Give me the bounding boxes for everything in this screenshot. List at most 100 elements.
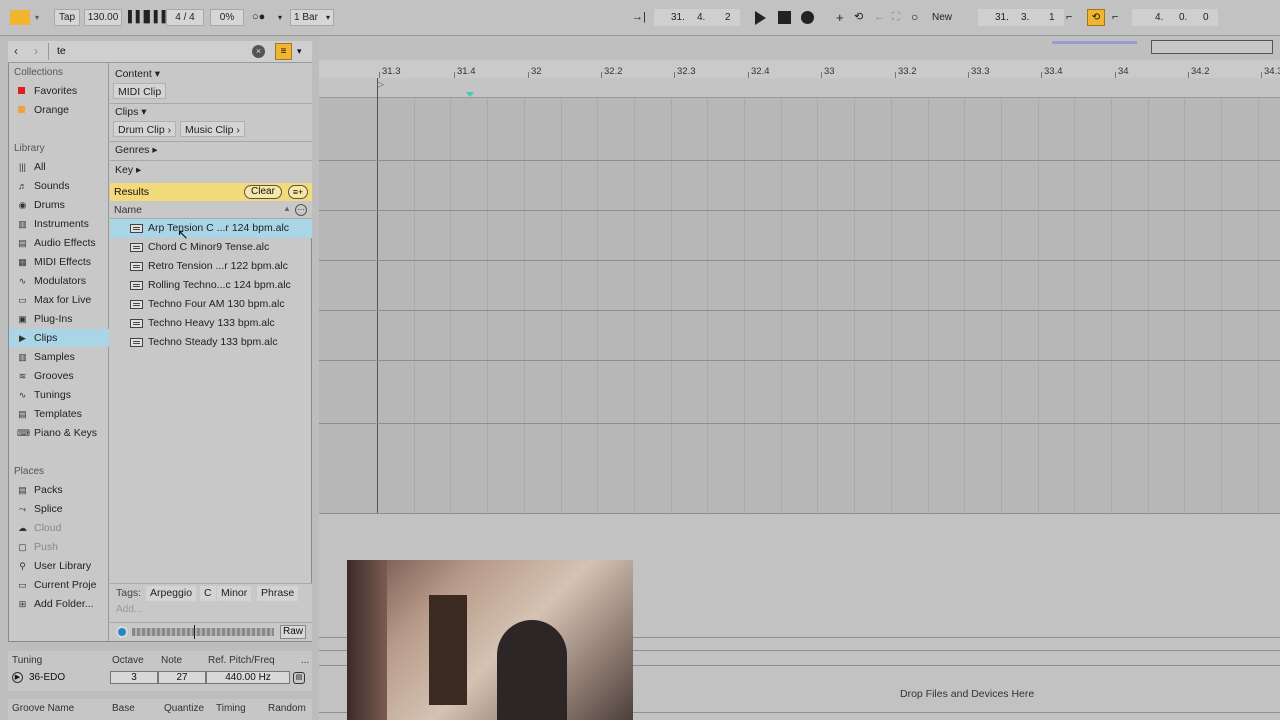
loop-switch-icon[interactable]: ⟲ [1087, 9, 1105, 26]
octave-field[interactable]: 3 [110, 671, 158, 684]
menu-chevron-icon[interactable]: ▾ [35, 13, 39, 22]
live-logo-icon[interactable] [10, 10, 30, 25]
chip-music-clip[interactable]: Music Clip › [180, 121, 245, 137]
quantize-menu[interactable]: 1 Bar ▾ [290, 9, 334, 26]
sidebar-place-user-library[interactable]: ⚲ User Library [9, 557, 109, 575]
play-icon[interactable] [755, 11, 766, 25]
session-record-icon[interactable]: ○ [911, 9, 918, 26]
result-row[interactable]: Techno Heavy 133 bpm.alc [110, 314, 312, 333]
punch-in-icon[interactable]: ⌐ [1066, 9, 1072, 26]
tuning-name[interactable]: 36-EDO [29, 672, 65, 683]
result-row[interactable]: Arp Tension C ...r 124 bpm.alc [110, 219, 312, 238]
freq-field[interactable]: 440.00 Hz [206, 671, 290, 684]
result-row[interactable]: Techno Steady 133 bpm.alc [110, 333, 312, 352]
sidebar-item-instruments[interactable]: ▥ Instruments [9, 215, 109, 233]
add-filter-icon[interactable]: ≡+ [288, 185, 308, 199]
sidebar-item-plug-ins[interactable]: ▣ Plug-Ins [9, 310, 109, 328]
sidebar-place-splice[interactable]: ⤳ Splice [9, 500, 109, 518]
sidebar-place-push[interactable]: ▢ Push [9, 538, 109, 556]
chip-midi-clip[interactable]: MIDI Clip [113, 83, 167, 99]
filter-menu-chevron-icon[interactable]: ▾ [297, 46, 302, 57]
sidebar-item-audio-effects[interactable]: ▤ Audio Effects [9, 234, 109, 252]
record-icon[interactable] [801, 11, 814, 24]
sidebar-item-templates[interactable]: ▤ Templates [9, 405, 109, 423]
sidebar-item-max-for-live[interactable]: ▭ Max for Live [9, 291, 109, 309]
overdub-icon[interactable]: + [836, 9, 844, 26]
tap-tempo-button[interactable]: Tap [54, 9, 80, 26]
tag-phrase[interactable]: Phrase [257, 586, 299, 601]
punch-out-icon[interactable]: ⌐ [1112, 9, 1118, 26]
result-row[interactable]: Retro Tension ...r 122 bpm.alc [110, 257, 312, 276]
tag-c[interactable]: C [200, 586, 216, 601]
clock-shape [429, 595, 467, 705]
preview-waveform[interactable] [132, 628, 274, 636]
collection-orange[interactable]: Orange [9, 101, 109, 119]
swing-field[interactable]: 0% [210, 9, 244, 26]
key-filter-label[interactable]: Key ▸ [115, 164, 141, 176]
result-row[interactable]: Rolling Techno...c 124 bpm.alc [110, 276, 312, 295]
tag-minor[interactable]: Minor [217, 586, 252, 601]
sidebar-item-tunings[interactable]: ∿ Tunings [9, 386, 109, 404]
plugin-icon: ▣ [18, 314, 27, 324]
sidebar-place-cloud[interactable]: ☁ Cloud [9, 519, 109, 537]
song-position-field[interactable]: 31. 4. 2 [654, 9, 740, 26]
result-row[interactable]: Techno Four AM 130 bpm.alc [110, 295, 312, 314]
metronome-icon[interactable]: ○● [252, 9, 265, 26]
result-row[interactable]: Chord C Minor9 Tense.alc [110, 238, 312, 257]
back-to-arrangement-icon[interactable]: ← [874, 9, 885, 26]
sidebar-place-packs[interactable]: ▤ Packs [9, 481, 109, 499]
midi-clip-file-icon [130, 262, 143, 271]
clips-filter-label[interactable]: Clips ▾ [115, 106, 147, 118]
tag-arpeggio[interactable]: Arpeggio [146, 586, 197, 601]
preview-toggle-icon[interactable] [116, 626, 128, 638]
sidebar-item-drums[interactable]: ◉ Drums [9, 196, 109, 214]
genres-filter-label[interactable]: Genres ▸ [115, 144, 158, 156]
loop-start-field[interactable]: 31. 3. 1 [978, 9, 1064, 26]
sidebar-item-midi-effects[interactable]: ▦ MIDI Effects [9, 253, 109, 271]
loop-length-field[interactable]: 4. 0. 0 [1132, 9, 1218, 26]
automation-arm-icon[interactable]: ⟲ [854, 9, 863, 26]
sidebar-item-all[interactable]: ||| All [9, 158, 109, 176]
sidebar-place-current-proje[interactable]: ▭ Current Proje [9, 576, 109, 594]
loop-brace-bar[interactable]: ▷ [319, 78, 1280, 98]
note-field[interactable]: 27 [158, 671, 206, 684]
new-button[interactable]: New [932, 9, 952, 26]
clear-search-icon[interactable]: × [252, 45, 265, 58]
sidebar-place-add-folder-[interactable]: ⊞ Add Folder... [9, 595, 109, 613]
search-input[interactable]: te [48, 43, 268, 60]
name-column-header[interactable]: Name [114, 204, 142, 216]
time-signature-field[interactable]: 4 / 4 [166, 9, 204, 26]
more-options-icon[interactable]: ··· [295, 204, 307, 216]
tuning-play-icon[interactable]: ▶ [12, 672, 23, 683]
start-marker-icon[interactable]: ▷ [377, 79, 384, 90]
tuning-more-icon[interactable]: ... [301, 655, 309, 666]
overview-zoom-box[interactable] [1151, 40, 1273, 54]
loop-length-bar: 4. [1155, 12, 1164, 23]
content-label-text: Content [115, 68, 152, 80]
overview-strip[interactable] [319, 36, 1280, 60]
content-filter-label[interactable]: Content ▾ [115, 68, 160, 80]
stop-icon[interactable] [778, 11, 791, 24]
chip-drum-clip[interactable]: Drum Clip › [113, 121, 177, 137]
capture-icon[interactable]: ⛶ [892, 9, 900, 26]
clear-results-button[interactable]: Clear [244, 185, 282, 199]
add-tag-placeholder[interactable]: Add... [116, 604, 142, 615]
metronome-chevron-icon[interactable]: ▾ [278, 9, 282, 26]
follow-icon[interactable]: →| [632, 9, 646, 26]
beat-time-ruler[interactable]: 31.3 31.4 32 32.2 32.3 32.4 33 33.2 33.3 33.4 34 34… [319, 60, 1280, 78]
sort-ascending-icon[interactable]: ▲ [283, 204, 291, 213]
sidebar-item-samples[interactable]: ▥ Samples [9, 348, 109, 366]
collection-favorites[interactable]: Favorites [9, 82, 109, 100]
forward-arrow-icon[interactable]: › [34, 44, 38, 58]
back-arrow-icon[interactable]: ‹ [14, 44, 18, 58]
sidebar-item-clips[interactable]: ▶ Clips [9, 329, 109, 347]
sidebar-item-piano-keys[interactable]: ⌨ Piano & Keys [9, 424, 109, 442]
sidebar-item-grooves[interactable]: ≋ Grooves [9, 367, 109, 385]
raw-button[interactable]: Raw [280, 625, 306, 639]
sidebar-item-modulators[interactable]: ∿ Modulators [9, 272, 109, 290]
drop-files-hint: Drop Files and Devices Here [900, 688, 1035, 700]
save-tuning-icon[interactable]: ▤ [293, 672, 305, 684]
sidebar-item-sounds[interactable]: ♬ Sounds [9, 177, 109, 195]
tempo-field[interactable]: 130.00 [84, 9, 122, 26]
filter-view-icon[interactable]: ≡ [275, 43, 292, 60]
